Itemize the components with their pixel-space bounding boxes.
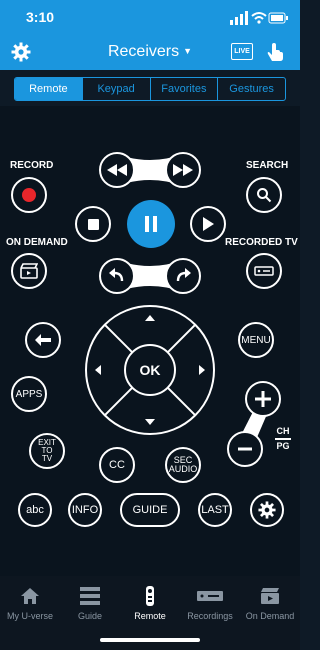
wifi-icon bbox=[251, 12, 267, 24]
pause-icon bbox=[145, 216, 157, 232]
dpad-right-button[interactable] bbox=[180, 344, 214, 396]
settings-gear-icon bbox=[258, 501, 276, 519]
exit-to-tv-label: EXIT TO TV bbox=[38, 438, 56, 463]
dpad-down-button[interactable] bbox=[124, 400, 176, 434]
nav-guide[interactable]: Guide bbox=[60, 585, 120, 621]
abc-button[interactable]: abc bbox=[18, 493, 52, 527]
receivers-dropdown[interactable]: Receivers ▼ bbox=[0, 43, 300, 61]
nav-recordings[interactable]: Recordings bbox=[180, 585, 240, 621]
clapperboard-icon bbox=[20, 263, 38, 279]
stop-button[interactable] bbox=[75, 206, 111, 242]
tab-gestures[interactable]: Gestures bbox=[218, 78, 285, 100]
guide-icon bbox=[80, 587, 100, 605]
nav-on-demand[interactable]: On Demand bbox=[240, 585, 300, 621]
play-button[interactable] bbox=[190, 206, 226, 242]
last-button[interactable]: LAST bbox=[198, 493, 232, 527]
system-status-icons bbox=[230, 11, 288, 25]
replay-button[interactable] bbox=[99, 258, 135, 294]
gesture-hand-icon[interactable] bbox=[264, 41, 286, 63]
guide-label: GUIDE bbox=[132, 503, 168, 516]
abc-label: abc bbox=[26, 503, 44, 516]
nav-label: On Demand bbox=[245, 611, 295, 621]
record-label: RECORD bbox=[10, 160, 54, 171]
ok-label: OK bbox=[139, 362, 161, 378]
nav-label: Guide bbox=[77, 611, 103, 621]
back-arrow-icon bbox=[35, 334, 51, 346]
stop-icon bbox=[87, 218, 99, 230]
fast-forward-button[interactable] bbox=[165, 152, 201, 188]
status-time: 3:10 bbox=[26, 9, 55, 25]
rewind-button[interactable] bbox=[99, 152, 135, 188]
home-indicator bbox=[100, 638, 200, 642]
recorded-tv-button[interactable] bbox=[246, 253, 282, 289]
nav-label: Recordings bbox=[187, 611, 233, 621]
receivers-title: Receivers bbox=[107, 43, 180, 60]
guide-button[interactable]: GUIDE bbox=[120, 493, 180, 527]
channel-down-button[interactable] bbox=[227, 431, 263, 467]
sec-audio-label: SEC AUDIO bbox=[168, 455, 198, 474]
rewind-icon bbox=[107, 164, 127, 176]
signal-icon bbox=[230, 11, 248, 25]
play-icon bbox=[203, 217, 214, 231]
live-tv-button[interactable]: LIVE bbox=[231, 43, 253, 60]
home-icon bbox=[21, 588, 39, 604]
ch-label: CH bbox=[276, 426, 290, 436]
menu-button[interactable]: MENU bbox=[238, 322, 274, 358]
secondary-audio-button[interactable]: SEC AUDIO bbox=[165, 447, 201, 483]
on-demand-button[interactable] bbox=[11, 253, 47, 289]
info-label: INFO bbox=[71, 503, 99, 516]
skip-forward-icon bbox=[176, 268, 191, 282]
tab-bar: Remote Keypad Favorites Gestures bbox=[14, 77, 286, 101]
record-dot-icon bbox=[22, 188, 36, 202]
cc-label: CC bbox=[109, 458, 125, 471]
channel-up-button[interactable] bbox=[245, 381, 281, 417]
on-demand-icon bbox=[261, 588, 279, 604]
dpad-up-button[interactable] bbox=[124, 306, 176, 340]
exit-to-tv-button[interactable]: EXIT TO TV bbox=[29, 433, 65, 469]
nav-remote[interactable]: Remote bbox=[120, 585, 180, 621]
tab-keypad[interactable]: Keypad bbox=[83, 78, 151, 100]
replay-icon bbox=[109, 268, 124, 282]
dvr-box-icon bbox=[254, 266, 274, 276]
dpad-left-button[interactable] bbox=[86, 344, 120, 396]
recorded-tv-label: RECORDED TV bbox=[225, 237, 298, 248]
caret-down-icon: ▼ bbox=[183, 46, 193, 56]
ok-button[interactable]: OK bbox=[127, 347, 173, 393]
search-icon bbox=[257, 188, 272, 203]
skip-forward-button[interactable] bbox=[165, 258, 201, 294]
nav-label: My U-verse bbox=[6, 611, 53, 621]
back-button[interactable] bbox=[25, 322, 61, 358]
fast-forward-icon bbox=[173, 164, 193, 176]
nav-label: Remote bbox=[134, 611, 166, 621]
info-button[interactable]: INFO bbox=[68, 493, 102, 527]
recordings-icon bbox=[197, 591, 223, 601]
remote-settings-button[interactable] bbox=[250, 493, 284, 527]
search-button[interactable] bbox=[246, 177, 282, 213]
nav-my-uverse[interactable]: My U-verse bbox=[0, 585, 60, 621]
pause-button[interactable] bbox=[127, 200, 175, 248]
pg-label: PG bbox=[276, 441, 290, 451]
tab-favorites[interactable]: Favorites bbox=[151, 78, 219, 100]
on-demand-label: ON DEMAND bbox=[6, 237, 68, 248]
menu-label: MENU bbox=[241, 334, 271, 346]
apps-button[interactable]: APPS bbox=[11, 376, 47, 412]
record-button[interactable] bbox=[11, 177, 47, 213]
battery-icon bbox=[268, 12, 288, 24]
closed-caption-button[interactable]: CC bbox=[99, 447, 135, 483]
search-label: SEARCH bbox=[246, 160, 289, 171]
tab-remote[interactable]: Remote bbox=[15, 78, 83, 100]
live-label: LIVE bbox=[234, 48, 250, 55]
apps-label: APPS bbox=[15, 388, 43, 400]
remote-icon bbox=[146, 586, 154, 606]
last-label: LAST bbox=[201, 503, 229, 516]
ch-pg-divider bbox=[275, 438, 291, 440]
